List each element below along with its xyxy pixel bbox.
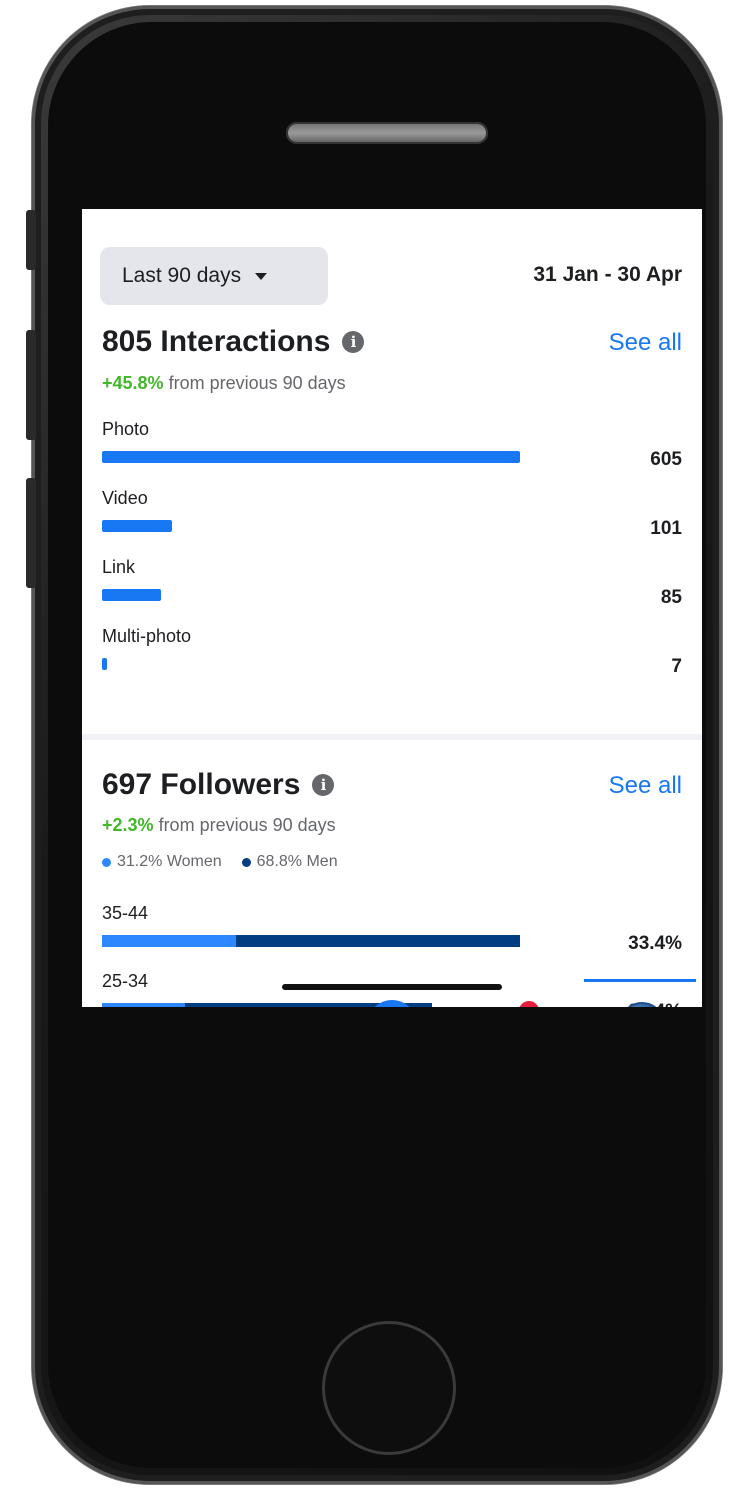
legend-women: 31.2% Women bbox=[102, 853, 222, 871]
hardware-home-button[interactable] bbox=[322, 1321, 456, 1455]
volume-down-button bbox=[26, 478, 36, 588]
legend-men-label: 68.8% Men bbox=[256, 853, 338, 870]
interaction-row: Multi-photo 7 bbox=[102, 626, 682, 682]
date-range-dropdown[interactable]: Last 90 days bbox=[100, 247, 328, 305]
followers-title-text: 697 Followers bbox=[102, 768, 301, 801]
interaction-bar-track bbox=[102, 451, 520, 463]
interaction-label: Video bbox=[102, 488, 148, 508]
interactions-change-value: +45.8% bbox=[102, 373, 164, 393]
app-screen: Last 90 days 31 Jan - 30 Apr 805 Interac… bbox=[82, 209, 702, 1007]
legend-dot-men bbox=[241, 857, 251, 867]
caret-down-icon bbox=[255, 272, 268, 280]
legend-men: 68.8% Men bbox=[241, 853, 338, 871]
legend-women-label: 31.2% Women bbox=[117, 853, 222, 870]
interaction-bar bbox=[102, 589, 161, 601]
active-tab-indicator bbox=[584, 979, 696, 982]
followers-change-value: +2.3% bbox=[102, 815, 154, 835]
interaction-value: 85 bbox=[660, 587, 682, 608]
volume-up-button bbox=[26, 330, 36, 440]
interactions-see-all-link[interactable]: See all bbox=[609, 329, 682, 357]
interactions-change: +45.8% from previous 90 days bbox=[102, 373, 346, 394]
tab-create[interactable]: + bbox=[362, 997, 422, 1007]
interaction-bar-track bbox=[102, 520, 520, 532]
women-bar-segment bbox=[102, 935, 236, 947]
earpiece-speaker bbox=[286, 122, 488, 144]
create-icon: + bbox=[367, 1000, 417, 1007]
followers-change-text: from previous 90 days bbox=[158, 815, 336, 835]
interaction-row: Photo 605 bbox=[102, 419, 682, 475]
interaction-label: Link bbox=[102, 557, 136, 577]
interaction-bar bbox=[102, 658, 107, 670]
notification-badge: 4 bbox=[517, 999, 541, 1007]
interaction-bar bbox=[102, 451, 520, 463]
tab-insights[interactable] bbox=[237, 997, 297, 1007]
men-bar-segment bbox=[236, 935, 520, 947]
tab-home[interactable] bbox=[114, 997, 174, 1007]
mute-switch bbox=[26, 210, 36, 270]
age-group-label: 35-44 bbox=[102, 903, 149, 923]
age-bar-track bbox=[102, 935, 520, 947]
interactions-change-text: from previous 90 days bbox=[168, 373, 346, 393]
age-group-value: 33.4% bbox=[628, 933, 682, 954]
followers-see-all-link[interactable]: See all bbox=[609, 772, 682, 800]
legend-dot-women bbox=[102, 857, 111, 867]
interaction-row: Video 101 bbox=[102, 488, 682, 544]
interactions-title: 805 Interactions i bbox=[102, 325, 365, 359]
profile-avatar bbox=[619, 1002, 665, 1007]
interactions-title-text: 805 Interactions bbox=[102, 325, 331, 358]
interaction-value: 605 bbox=[650, 449, 682, 470]
info-icon[interactable]: i bbox=[342, 331, 365, 353]
tab-notifications[interactable]: 4 bbox=[487, 997, 547, 1007]
age-group-row: 35-44 33.4% bbox=[102, 903, 682, 959]
date-range-text: 31 Jan - 30 Apr bbox=[533, 263, 682, 286]
interaction-value: 101 bbox=[650, 518, 682, 539]
section-divider bbox=[82, 734, 702, 740]
interaction-bar-track bbox=[102, 589, 520, 601]
gender-legend: 31.2% Women 68.8% Men bbox=[102, 853, 358, 871]
followers-change: +2.3% from previous 90 days bbox=[102, 815, 336, 836]
followers-title: 697 Followers i bbox=[102, 768, 335, 802]
interaction-value: 7 bbox=[671, 656, 682, 677]
interaction-bar bbox=[102, 520, 172, 532]
home-indicator bbox=[282, 984, 502, 990]
info-icon[interactable]: i bbox=[312, 774, 335, 796]
interaction-row: Link 85 bbox=[102, 557, 682, 613]
interaction-label: Multi-photo bbox=[102, 626, 192, 646]
date-range-dropdown-label: Last 90 days bbox=[122, 264, 242, 287]
interaction-bar-track bbox=[102, 658, 520, 670]
interaction-label: Photo bbox=[102, 419, 150, 439]
tab-profile[interactable] bbox=[612, 997, 672, 1007]
date-filter-bar: Last 90 days 31 Jan - 30 Apr bbox=[100, 247, 682, 305]
